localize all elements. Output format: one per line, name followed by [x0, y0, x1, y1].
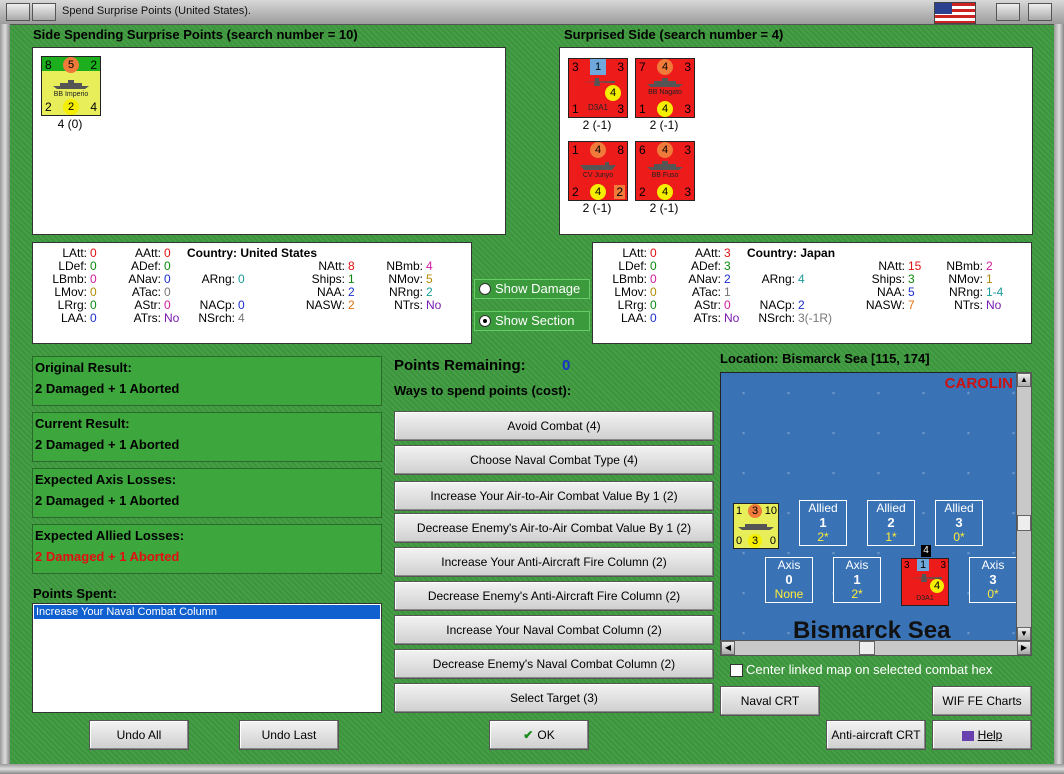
- wif-fe-charts-button[interactable]: WIF FE Charts: [932, 686, 1032, 716]
- unit-counter[interactable]: 7 4 3 BB Nagato 1 4 3: [635, 58, 695, 118]
- scroll-right-icon[interactable]: ▶: [1017, 641, 1031, 655]
- allied-map-counter[interactable]: 1 3 10 0 3 0: [733, 503, 779, 549]
- unit-counter[interactable]: 6 4 3 BB Fuso 2 4 3: [635, 141, 695, 201]
- battleship-icon: [53, 80, 89, 89]
- current-result-box: Current Result: 2 Damaged + 1 Aborted: [32, 412, 382, 462]
- counter-label: 2 (-1): [582, 118, 612, 132]
- show-damage-toggle[interactable]: Show Damage: [474, 279, 590, 299]
- stats-panel-japan: LAtt: 0 LDef: 0 LBmb: 0 LMov: 0 LRrg: 0 LAA: 0…: [592, 242, 1032, 344]
- country-name: United States: [240, 246, 318, 260]
- window-title: Spend Surprise Points (United States).: [62, 5, 251, 17]
- battleship-icon: [738, 524, 774, 530]
- us-flag-icon: [934, 2, 976, 24]
- expected-allied-losses-box: Expected Allied Losses: 2 Damaged + 1 Ab…: [32, 524, 382, 574]
- surprised-side-header: Surprised Side (search number = 4): [564, 27, 784, 42]
- increase-air-to-air-button[interactable]: Increase Your Air-to-Air Combat Value By…: [394, 481, 714, 511]
- radio-selected-icon: [479, 315, 491, 327]
- ok-button[interactable]: ✔ OK: [489, 720, 589, 750]
- original-result-box: Original Result: 2 Damaged + 1 Aborted: [32, 356, 382, 406]
- choose-naval-combat-type-button[interactable]: Choose Naval Combat Type (4): [394, 445, 714, 475]
- ways-label: Ways to spend points (cost):: [394, 383, 572, 398]
- expected-axis-losses-box: Expected Axis Losses: 2 Damaged + 1 Abor…: [32, 468, 382, 518]
- decrease-enemy-aa-fire-button[interactable]: Decrease Enemy's Anti-Aircraft Fire Colu…: [394, 581, 714, 611]
- points-spent-label: Points Spent:: [33, 586, 117, 601]
- spending-side-header: Side Spending Surprise Points (search nu…: [33, 27, 358, 42]
- unit-counter[interactable]: 8 5 2 BB Imperio 2 2 4: [41, 56, 101, 116]
- points-remaining-label: Points Remaining:: [394, 357, 526, 374]
- increase-naval-combat-button[interactable]: Increase Your Naval Combat Column (2): [394, 615, 714, 645]
- counter-label: 2 (-1): [649, 118, 679, 132]
- axis-map-counter[interactable]: 3 1 3 4 D3A1: [901, 558, 949, 606]
- map-sea-label: Bismarck Sea: [793, 617, 951, 642]
- title-bar: Spend Surprise Points (United States).: [0, 0, 1064, 25]
- list-item[interactable]: Increase Your Naval Combat Column: [34, 605, 380, 619]
- axis-zone-0[interactable]: Axis 0 None: [765, 557, 813, 603]
- decrease-enemy-naval-combat-button[interactable]: Decrease Enemy's Naval Combat Column (2): [394, 649, 714, 679]
- battleship-icon: [647, 161, 683, 170]
- select-target-button[interactable]: Select Target (3): [394, 683, 714, 713]
- checkmark-icon: ✔: [523, 728, 534, 742]
- system-menu-icon[interactable]: [6, 3, 30, 21]
- country-name: Japan: [800, 246, 836, 260]
- map-horizontal-scrollbar[interactable]: ◀ ▶: [720, 640, 1032, 656]
- counter-label: 2 (-1): [582, 201, 612, 215]
- close-icon[interactable]: [1028, 3, 1052, 21]
- decrease-enemy-air-to-air-button[interactable]: Decrease Enemy's Air-to-Air Combat Value…: [394, 513, 714, 543]
- frame-bottom: [0, 764, 1064, 774]
- radio-icon: [479, 283, 491, 295]
- unit-counter[interactable]: 1 4 8 CV Junyo 2 4 2: [568, 141, 628, 201]
- scroll-thumb[interactable]: [1017, 515, 1031, 531]
- carrier-icon: [580, 162, 616, 170]
- frame-right: [1054, 24, 1064, 774]
- allied-zone-2[interactable]: Allied 2 1*: [867, 500, 915, 546]
- surprised-side-panel: 3 1 3 4 D3A1 1 3 2 (-1) 7 4 3 BB Nagato …: [559, 47, 1033, 235]
- points-spent-list[interactable]: Increase Your Naval Combat Column: [32, 603, 382, 713]
- avoid-combat-button[interactable]: Avoid Combat (4): [394, 411, 714, 441]
- scroll-left-icon[interactable]: ◀: [721, 641, 735, 655]
- increase-aa-fire-button[interactable]: Increase Your Anti-Aircraft Fire Column …: [394, 547, 714, 577]
- help-button[interactable]: Help: [932, 720, 1032, 750]
- show-section-toggle[interactable]: Show Section: [474, 311, 590, 331]
- scroll-down-icon[interactable]: ▼: [1017, 627, 1031, 641]
- scroll-thumb[interactable]: [859, 641, 875, 655]
- allied-zone-1[interactable]: Allied 1 2*: [799, 500, 847, 546]
- restore-icon[interactable]: [996, 3, 1020, 21]
- undo-last-button[interactable]: Undo Last: [239, 720, 339, 750]
- stats-panel-us: LAtt: 0 LDef: 0 LBmb: 0 LMov: 0 LRrg: 0 LAA: 0…: [32, 242, 472, 344]
- map-region-label: CAROLIN: [944, 375, 1013, 392]
- axis-zone-3[interactable]: Axis 3 0*: [969, 557, 1017, 603]
- scroll-up-icon[interactable]: ▲: [1017, 373, 1031, 387]
- minimize-icon[interactable]: [32, 3, 56, 21]
- naval-crt-button[interactable]: Naval CRT: [720, 686, 820, 716]
- axis-zone-1[interactable]: Axis 1 2*: [833, 557, 881, 603]
- stack-count-badge: 4: [921, 545, 931, 557]
- combat-map[interactable]: CAROLIN 1 3 10 0 3 0 Allied 1 2* Allied …: [720, 372, 1018, 642]
- anti-aircraft-crt-button[interactable]: Anti-aircraft CRT: [826, 720, 926, 750]
- center-map-label: Center linked map on selected combat hex: [746, 662, 993, 677]
- counter-label: 2 (-1): [649, 201, 679, 215]
- counter-label: 4 (0): [57, 117, 83, 131]
- allied-zone-3[interactable]: Allied 3 0*: [935, 500, 983, 546]
- help-book-icon: [961, 730, 974, 741]
- unit-counter[interactable]: 3 1 3 4 D3A1 1 3: [568, 58, 628, 118]
- dialog-window: Spend Surprise Points (United States). S…: [0, 0, 1064, 774]
- spending-side-panel: 8 5 2 BB Imperio 2 2 4 4 (0): [32, 47, 506, 235]
- center-map-checkbox[interactable]: [730, 664, 743, 677]
- undo-all-button[interactable]: Undo All: [89, 720, 189, 750]
- battleship-icon: [647, 78, 683, 87]
- frame-left: [0, 24, 10, 774]
- map-vertical-scrollbar[interactable]: ▲ ▼: [1016, 372, 1032, 642]
- points-remaining-value: 0: [562, 357, 571, 374]
- location-label: Location: Bismarck Sea [115, 174]: [720, 351, 930, 366]
